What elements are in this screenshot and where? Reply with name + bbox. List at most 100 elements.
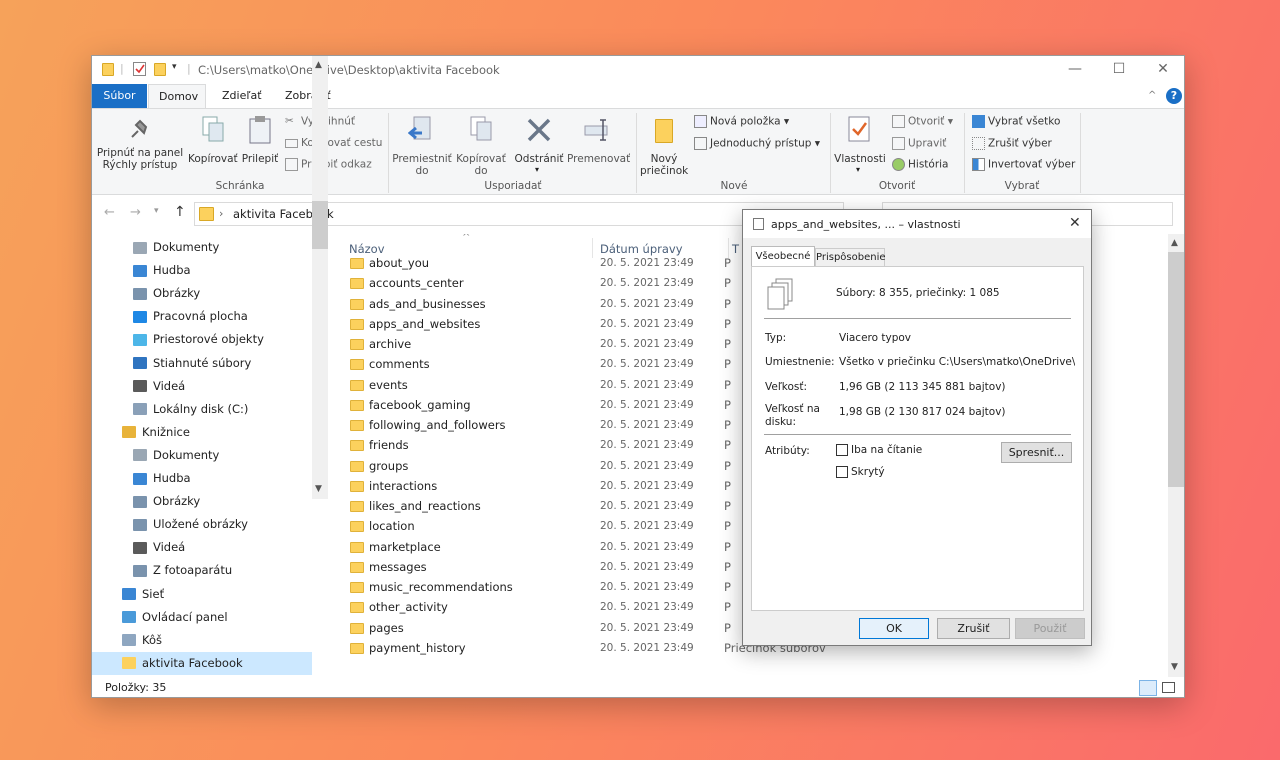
content-scrollbar[interactable]: ▲ ▼ bbox=[1168, 234, 1184, 677]
folder-icon bbox=[350, 399, 364, 411]
general-panel: Súbory: 8 355, priečinky: 1 085 Typ: Via… bbox=[751, 266, 1084, 611]
details-view-icon[interactable] bbox=[1139, 680, 1157, 696]
close-button[interactable]: ✕ bbox=[1141, 56, 1185, 84]
scroll-down-icon[interactable]: ▼ bbox=[1171, 662, 1178, 672]
nav-item[interactable]: Dokumenty bbox=[92, 236, 312, 259]
ribbon-separator bbox=[830, 113, 831, 193]
nav-item[interactable]: Z fotoaparátu bbox=[92, 559, 312, 582]
folder-icon bbox=[102, 63, 114, 76]
select-all-button[interactable]: Vybrať všetko bbox=[972, 115, 1060, 128]
attributes-label: Atribúty: bbox=[765, 445, 810, 457]
select-none-button[interactable]: Zrušiť výber bbox=[972, 137, 1052, 150]
properties-quick-icon[interactable] bbox=[133, 62, 146, 76]
tab-view[interactable]: Zobraziť bbox=[275, 84, 341, 108]
file-name: music_recommendations bbox=[369, 580, 513, 594]
scrollbar-thumb[interactable] bbox=[312, 201, 328, 249]
nav-item[interactable]: Ovládací panel bbox=[92, 606, 312, 629]
up-icon[interactable]: ↑ bbox=[174, 204, 186, 220]
readonly-checkbox[interactable]: Iba na čítanie bbox=[836, 444, 922, 456]
ribbon: Pripnúť na panel Rýchly prístup Kopírova… bbox=[92, 108, 1184, 195]
file-date: 20. 5. 2021 23:49 bbox=[600, 641, 694, 654]
scroll-down-icon[interactable]: ▼ bbox=[315, 484, 322, 494]
nav-item[interactable]: Pracovná plocha bbox=[92, 305, 312, 328]
nav-item[interactable]: Videá bbox=[92, 536, 312, 559]
tab-general[interactable]: Všeobecné bbox=[751, 246, 815, 267]
file-type: P bbox=[724, 580, 731, 594]
nav-item[interactable]: Priestorové objekty bbox=[92, 328, 312, 351]
nav-item[interactable]: Videá bbox=[92, 375, 312, 398]
new-item-button[interactable]: Nová položka ▾ bbox=[694, 115, 789, 128]
open-button[interactable]: Otvoriť ▾ bbox=[892, 115, 953, 128]
ok-button[interactable]: OK bbox=[859, 618, 929, 639]
properties-button[interactable]: Vlastnosti ▾ bbox=[834, 113, 886, 177]
tab-file[interactable]: Súbor bbox=[92, 84, 147, 108]
copy-to-icon bbox=[470, 116, 492, 141]
scroll-up-icon[interactable]: ▲ bbox=[315, 60, 322, 70]
tab-share[interactable]: Zdieľať bbox=[212, 84, 272, 108]
nav-item[interactable]: Obrázky bbox=[92, 282, 312, 305]
checkbox-icon[interactable] bbox=[836, 444, 848, 456]
history-button[interactable]: História bbox=[892, 158, 949, 171]
nav-item[interactable]: Dokumenty bbox=[92, 444, 312, 467]
copy-path-button[interactable]: Kopírovať cestu bbox=[285, 137, 382, 149]
paste-shortcut-button[interactable]: Prilepiť odkaz bbox=[285, 158, 372, 171]
pin-button[interactable]: Pripnúť na panel Rýchly prístup bbox=[94, 113, 186, 177]
folder-icon bbox=[350, 379, 364, 391]
copy-to-button[interactable]: Kopírovať do bbox=[453, 113, 509, 177]
checkbox-icon[interactable] bbox=[836, 466, 848, 478]
nav-scrollbar[interactable]: ▲ ▼ bbox=[312, 56, 328, 499]
nav-item[interactable]: Hudba bbox=[92, 467, 312, 490]
scroll-up-icon[interactable]: ▲ bbox=[1171, 238, 1178, 248]
hidden-checkbox[interactable]: Skrytý bbox=[836, 466, 885, 478]
customize-quick-access-icon[interactable]: ▾ bbox=[172, 62, 177, 72]
delete-button[interactable]: Odstrániť ▾ bbox=[512, 113, 566, 177]
tab-customize[interactable]: Prispôsobenie bbox=[815, 248, 886, 267]
camera-roll-icon bbox=[133, 564, 147, 577]
scrollbar-thumb[interactable] bbox=[1168, 252, 1184, 487]
nav-item[interactable]: Obrázky bbox=[92, 490, 312, 513]
help-icon[interactable]: ? bbox=[1166, 88, 1182, 104]
nav-item[interactable]: Stiahnuté súbory bbox=[92, 352, 312, 375]
chevron-up-icon[interactable]: ^ bbox=[1148, 90, 1156, 101]
folder-icon bbox=[350, 521, 364, 533]
edit-button[interactable]: Upraviť bbox=[892, 137, 946, 150]
forward-icon[interactable]: → bbox=[130, 205, 141, 220]
breadcrumb-chevron-icon[interactable]: › bbox=[219, 207, 223, 220]
folder-icon bbox=[350, 501, 364, 512]
paste-button[interactable]: Prilepiť bbox=[239, 113, 281, 177]
title-bar: | ▾ | C:\Users\matko\OneDrive\Desktop\ak… bbox=[92, 56, 1184, 84]
nav-item[interactable]: Knižnice bbox=[92, 421, 312, 444]
move-to-button[interactable]: Premiestniť do bbox=[392, 113, 452, 177]
invert-selection-button[interactable]: Invertovať výber bbox=[972, 158, 1075, 171]
maximize-button[interactable]: ☐ bbox=[1097, 56, 1141, 84]
large-icons-view-icon[interactable] bbox=[1162, 682, 1175, 693]
nav-item[interactable]: Kôš bbox=[92, 629, 312, 652]
nav-item-label: Stiahnuté súbory bbox=[153, 355, 252, 370]
recent-locations-icon[interactable]: ▾ bbox=[154, 206, 159, 216]
rename-icon bbox=[584, 119, 608, 141]
apply-button[interactable]: Použiť bbox=[1015, 618, 1085, 639]
new-folder-quick-icon[interactable] bbox=[154, 63, 166, 76]
nav-item[interactable]: Hudba bbox=[92, 259, 312, 282]
cancel-button[interactable]: Zrušiť bbox=[937, 618, 1010, 639]
copy-button[interactable]: Kopírovať bbox=[188, 113, 238, 177]
file-name: accounts_center bbox=[369, 276, 464, 291]
nav-item-label: Knižnice bbox=[142, 424, 190, 439]
dialog-close-button[interactable]: ✕ bbox=[1069, 215, 1081, 231]
file-name: archive bbox=[369, 337, 412, 351]
easy-access-button[interactable]: Jednoduchý prístup ▾ bbox=[694, 137, 820, 150]
ribbon-separator bbox=[388, 113, 389, 193]
rename-button[interactable]: Premenovať bbox=[567, 113, 630, 177]
nav-item[interactable]: Sieť bbox=[92, 583, 312, 606]
delete-icon bbox=[527, 118, 551, 142]
nav-item[interactable]: aktivita Facebook bbox=[92, 651, 312, 675]
new-folder-button[interactable]: Nový priečinok bbox=[640, 113, 688, 177]
minimize-button[interactable]: — bbox=[1053, 56, 1097, 84]
advanced-button[interactable]: Spresniť... bbox=[1001, 442, 1072, 463]
nav-item[interactable]: Lokálny disk (C:) bbox=[92, 398, 312, 421]
saved-pictures-icon bbox=[133, 518, 147, 531]
nav-item[interactable]: Uložené obrázky bbox=[92, 513, 312, 536]
file-type: P bbox=[724, 458, 731, 473]
back-icon[interactable]: ← bbox=[104, 205, 115, 220]
tab-home[interactable]: Domov bbox=[148, 84, 206, 108]
